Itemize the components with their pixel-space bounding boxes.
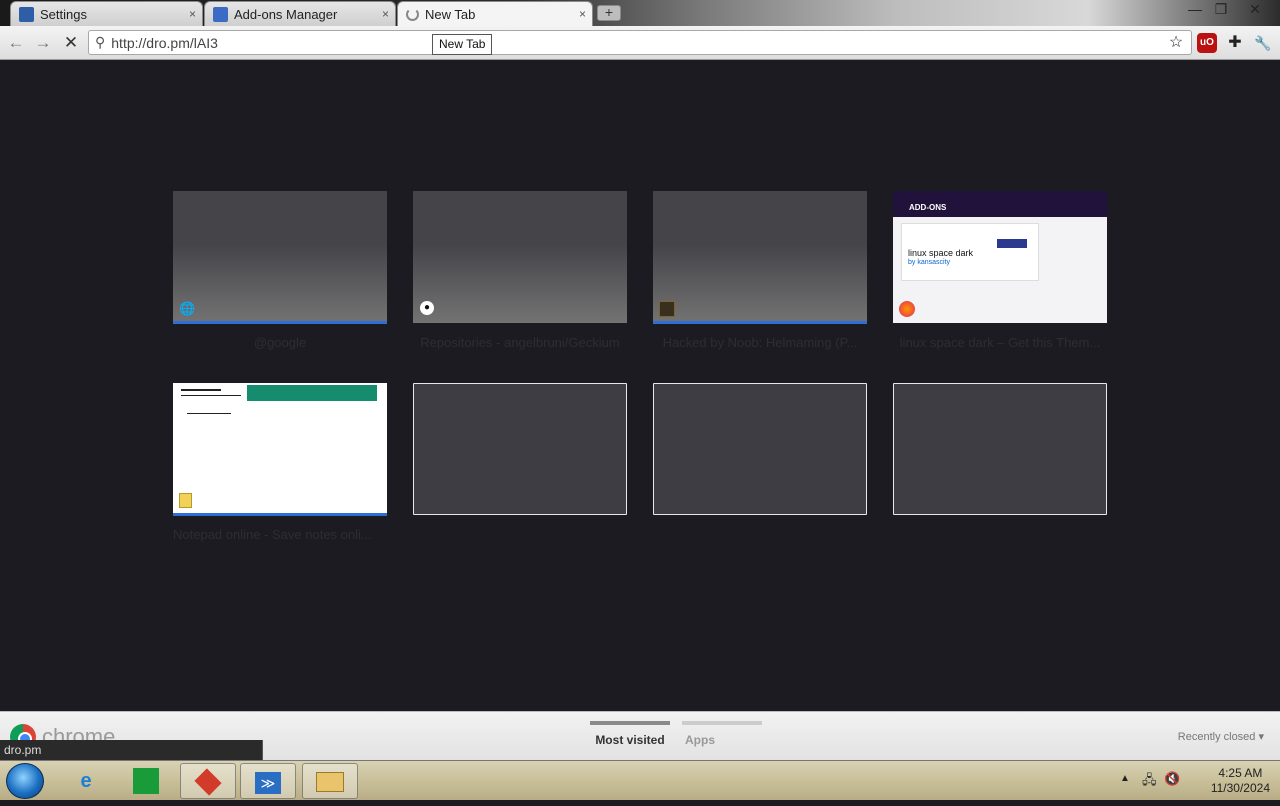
tab-indicator <box>682 721 762 725</box>
search-icon: ⚲ <box>95 34 106 50</box>
addons-header: ADD-ONS <box>893 191 1107 217</box>
back-button[interactable]: ← <box>5 32 27 54</box>
tile-thumbnail <box>653 191 867 323</box>
bookmark-star-icon[interactable]: ☆ <box>1165 32 1187 54</box>
internet-explorer-icon[interactable]: e <box>58 763 114 799</box>
powershell-icon[interactable]: ≫ <box>240 763 296 799</box>
firefox-icon <box>899 301 915 317</box>
wrench-menu-icon[interactable]: 🔧 <box>1252 32 1274 54</box>
stop-button[interactable]: ✕ <box>60 32 82 54</box>
install-button-graphic <box>997 239 1027 248</box>
close-tab-icon[interactable]: × <box>189 7 196 21</box>
tile-title: Notepad online - Save notes onli... <box>173 527 372 542</box>
tile-title: linux space dark – Get this Them... <box>899 335 1101 350</box>
empty-tile-frame <box>893 383 1107 515</box>
notepad-icon <box>179 493 192 508</box>
recently-closed-menu[interactable]: Recently closed ▾ <box>1178 730 1264 743</box>
store-icon[interactable] <box>118 763 174 799</box>
tab-addons-manager[interactable]: Add-ons Manager × <box>204 1 396 26</box>
close-tab-icon[interactable]: × <box>579 7 586 21</box>
most-visited-tile[interactable]: 🌐 @google <box>173 191 387 350</box>
browser-toolbar: ← → ✕ ⚲ http://dro.pm/lAI3 ☆ uO ✚ 🔧 <box>0 26 1280 60</box>
clock-date: 11/30/2024 <box>1210 781 1270 795</box>
tab-label: Apps <box>685 733 715 747</box>
tab-title: Add-ons Manager <box>234 6 338 22</box>
tab-strip: Settings × Add-ons Manager × New Tab × +… <box>0 0 1280 27</box>
clock[interactable]: 4:25 AM 11/30/2024 <box>1211 766 1270 796</box>
most-visited-tile[interactable]: ADD-ONS linux space dark by kansascity l… <box>893 191 1107 350</box>
tile-underline <box>173 513 387 516</box>
ublock-icon[interactable]: uO <box>1197 33 1217 53</box>
empty-tile <box>413 383 627 517</box>
text-line <box>181 395 241 396</box>
extensions-icon[interactable]: ✚ <box>1224 32 1246 54</box>
most-visited-tile[interactable]: ● Repositories - angelbruni/Geckium <box>413 191 627 350</box>
start-button[interactable] <box>6 763 44 799</box>
system-tray: ▲ 🖧 🔇 4:25 AM 11/30/2024 <box>1120 761 1280 801</box>
empty-tile-frame <box>413 383 627 515</box>
text-line <box>181 389 221 391</box>
tile-thumbnail: ADD-ONS linux space dark by kansascity <box>893 191 1107 323</box>
volume-muted-icon[interactable]: 🔇 <box>1164 771 1180 787</box>
close-window-button[interactable]: ✕ <box>1240 0 1270 20</box>
settings-wrench-icon <box>19 6 34 22</box>
site-icon <box>659 301 675 317</box>
puzzle-icon <box>213 6 228 22</box>
empty-tile <box>653 383 867 517</box>
tab-label: Most visited <box>595 733 665 747</box>
tab-new-tab[interactable]: New Tab × <box>397 1 593 27</box>
tile-title: Repositories - angelbruni/Geckium <box>420 335 620 350</box>
tab-title: Settings <box>40 6 87 22</box>
tile-title: Hacked by Noob: Helmaming (P... <box>662 335 858 350</box>
loading-spinner-icon <box>406 8 419 21</box>
file-explorer-icon[interactable] <box>302 763 358 799</box>
tile-underline <box>653 321 867 324</box>
address-bar[interactable]: ⚲ http://dro.pm/lAI3 <box>88 30 1192 55</box>
globe-icon: 🌐 <box>179 301 196 316</box>
addon-card: linux space dark by kansascity <box>901 223 1039 281</box>
url-text: http://dro.pm/lAI3 <box>111 34 218 51</box>
empty-tile-frame <box>653 383 867 515</box>
show-hidden-icons-icon[interactable]: ▲ <box>1120 773 1130 784</box>
tab-apps[interactable]: Apps <box>682 721 762 751</box>
most-visited-tile[interactable]: Notepad online - Save notes onli... <box>173 383 387 542</box>
most-visited-tile[interactable]: Hacked by Noob: Helmaming (P... <box>653 191 867 350</box>
tab-tooltip: New Tab <box>432 34 493 55</box>
tile-underline <box>173 321 387 324</box>
tab-indicator <box>590 721 670 725</box>
notepad-header <box>247 385 377 401</box>
empty-tile <box>893 383 1107 517</box>
browser-taskbar-icon[interactable] <box>180 763 236 799</box>
tile-title: @google <box>253 335 307 350</box>
clock-time: 4:25 AM <box>1218 766 1263 780</box>
github-icon: ● <box>420 301 434 315</box>
restore-button[interactable]: ❐ <box>1206 0 1236 20</box>
text-line <box>187 413 231 414</box>
tab-title: New Tab <box>425 7 476 22</box>
status-bubble: dro.pm <box>0 740 263 760</box>
new-tab-button[interactable]: + <box>597 5 621 21</box>
theme-name: linux space dark <box>908 248 974 258</box>
tile-thumbnail <box>173 191 387 323</box>
tab-settings[interactable]: Settings × <box>10 1 203 26</box>
close-tab-icon[interactable]: × <box>382 7 389 21</box>
network-icon[interactable]: 🖧 <box>1142 771 1157 793</box>
tile-thumbnail <box>413 191 627 323</box>
tab-most-visited[interactable]: Most visited <box>590 721 670 751</box>
tile-thumbnail <box>173 383 387 515</box>
theme-author: by kansascity <box>908 259 951 266</box>
new-tab-page: 🌐 @google ● Repositories - angelbruni/Ge… <box>0 61 1280 711</box>
forward-button[interactable]: → <box>32 32 54 54</box>
windows-taskbar: e ≫ ▲ 🖧 🔇 4:25 AM 11/30/2024 <box>0 760 1280 800</box>
